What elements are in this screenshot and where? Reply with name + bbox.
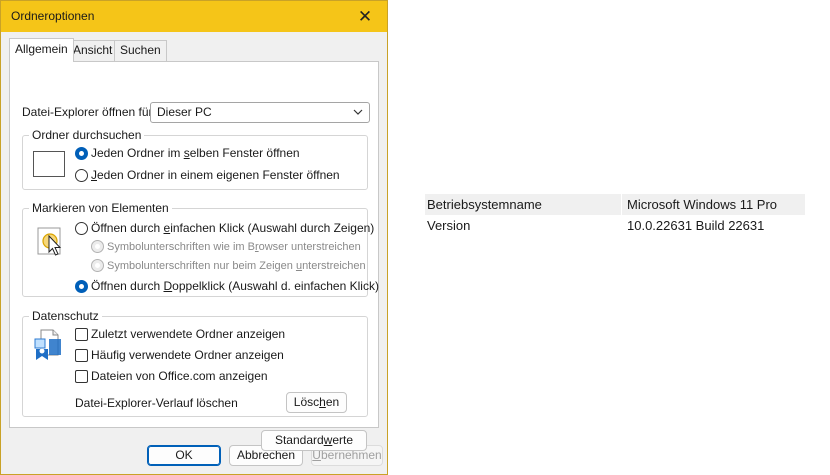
tab-panel-allgemein: Datei-Explorer öffnen für: Dieser PC Ord… xyxy=(9,61,379,451)
title-bar[interactable]: Ordneroptionen ✕ xyxy=(1,1,387,32)
checkbox-recent-folders[interactable]: Zuletzt verwendete Ordner anzeigen xyxy=(75,327,285,341)
checkbox-box xyxy=(75,327,88,341)
radio-dot xyxy=(75,221,88,235)
checkbox-box xyxy=(75,369,88,383)
radio-dot xyxy=(75,168,88,182)
os-name-key: Betriebsystemname xyxy=(427,197,542,212)
tab-label: Suchen xyxy=(120,43,161,57)
browse-folders-group: Ordner durchsuchen Jeden Ordner im selbe… xyxy=(22,128,368,190)
group-title: Datenschutz xyxy=(29,309,102,323)
os-name-value: Microsoft Windows 11 Pro xyxy=(627,197,778,212)
checkbox-box xyxy=(75,348,88,362)
radio-label: Symbolunterschriften wie im Browser unte… xyxy=(107,240,361,253)
clear-history-button[interactable]: Löschen xyxy=(286,392,347,413)
group-title: Ordner durchsuchen xyxy=(29,128,145,142)
table-row[interactable]: Version 10.0.22631 Build 22631 xyxy=(425,215,805,236)
close-icon: ✕ xyxy=(357,6,373,26)
restore-defaults-button[interactable]: Standardwerte xyxy=(261,430,367,451)
radio-double-click[interactable]: Öffnen durch Doppelklick (Auswahl d. ein… xyxy=(75,279,379,293)
column-separator xyxy=(621,194,622,215)
table-row[interactable]: Betriebsystemname Microsoft Windows 11 P… xyxy=(425,194,805,215)
radio-dot xyxy=(91,240,104,253)
system-info-table: Betriebsystemname Microsoft Windows 11 P… xyxy=(425,194,805,236)
version-key: Version xyxy=(427,218,471,233)
open-for-select[interactable]: Dieser PC xyxy=(150,102,370,123)
tab-suchen[interactable]: Suchen xyxy=(114,40,167,61)
radio-single-click[interactable]: Öffnen durch einfachen Klick (Auswahl du… xyxy=(75,221,374,235)
radio-same-window[interactable]: Jeden Ordner im selben Fenster öffnen xyxy=(75,146,300,160)
radio-dot xyxy=(75,146,88,160)
ok-button[interactable]: OK xyxy=(147,445,221,466)
tab-ansicht[interactable]: Ansicht xyxy=(67,40,119,61)
open-for-label: Datei-Explorer öffnen für: xyxy=(22,105,156,119)
checkbox-label: Dateien von Office.com anzeigen xyxy=(91,369,268,383)
radio-underline-browser[interactable]: Symbolunterschriften wie im Browser unte… xyxy=(91,240,361,253)
checkbox-office-files[interactable]: Dateien von Office.com anzeigen xyxy=(75,369,268,383)
radio-label: Jeden Ordner in einem eigenen Fenster öf… xyxy=(91,168,340,182)
pointer-click-icon xyxy=(37,227,62,256)
radio-underline-hover[interactable]: Symbolunterschriften nur beim Zeigen unt… xyxy=(91,259,366,272)
click-items-group: Markieren von Elementen Öffnen durch ein… xyxy=(22,201,379,297)
checkbox-label: Zuletzt verwendete Ordner anzeigen xyxy=(91,327,286,341)
dialog-content: Allgemein Ansicht Suchen Datei-Explorer … xyxy=(1,32,387,474)
checkbox-label: Häufig verwendete Ordner anzeigen xyxy=(91,348,284,362)
version-value: 10.0.22631 Build 22631 xyxy=(627,218,765,233)
close-button[interactable]: ✕ xyxy=(343,1,387,32)
radio-dot xyxy=(75,279,88,293)
privacy-group: Datenschutz Zuletzt verwendete Ordner an… xyxy=(22,309,368,417)
chevron-down-icon xyxy=(353,109,363,115)
tab-allgemein[interactable]: Allgemein xyxy=(9,38,74,62)
window-title: Ordneroptionen xyxy=(11,9,95,23)
radio-label: Jeden Ordner im selben Fenster öffnen xyxy=(91,146,300,160)
tab-label: Ansicht xyxy=(73,43,113,57)
radio-dot xyxy=(91,259,104,272)
radio-label: Öffnen durch Doppelklick (Auswahl d. ein… xyxy=(91,279,379,293)
checkbox-frequent-folders[interactable]: Häufig verwendete Ordner anzeigen xyxy=(75,348,284,362)
button-label: OK xyxy=(175,448,193,462)
radio-own-window[interactable]: Jeden Ordner in einem eigenen Fenster öf… xyxy=(75,168,340,182)
button-label: Löschen xyxy=(293,395,340,409)
tab-label: Allgemein xyxy=(15,42,68,56)
radio-label: Symbolunterschriften nur beim Zeigen unt… xyxy=(107,259,366,272)
open-for-value: Dieser PC xyxy=(157,105,212,119)
radio-label: Öffnen durch einfachen Klick (Auswahl du… xyxy=(91,221,375,235)
privacy-document-icon xyxy=(34,329,61,360)
folder-options-dialog: Ordneroptionen ✕ Allgemein Ansicht Suche… xyxy=(0,0,388,475)
group-title: Markieren von Elementen xyxy=(29,201,172,215)
button-label: Standardwerte xyxy=(274,433,354,447)
folder-window-icon xyxy=(33,151,65,177)
history-label: Datei-Explorer-Verlauf löschen xyxy=(75,396,238,410)
